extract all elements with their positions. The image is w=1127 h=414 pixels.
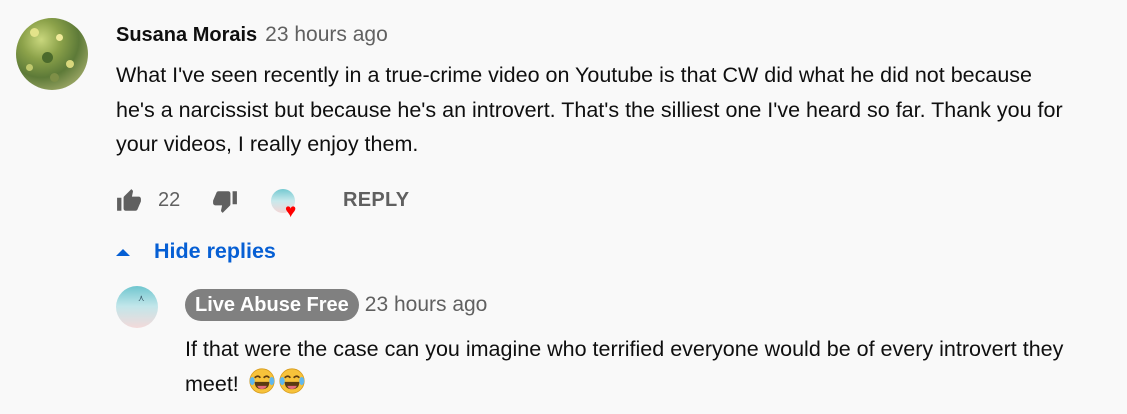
comment-text: What I've seen recently in a true-crime …: [116, 63, 1063, 156]
caret-up-icon: [116, 249, 130, 256]
like-count: 22: [158, 189, 181, 211]
comment-header: Susana Morais 23 hours ago: [116, 22, 388, 48]
avatar[interactable]: [16, 18, 88, 90]
reply-button[interactable]: REPLY: [343, 189, 409, 212]
creator-heart-icon[interactable]: ♥: [271, 186, 307, 222]
comment-thread: Susana Morais 23 hours ago What I've seen…: [0, 0, 1127, 414]
creator-name-chip[interactable]: Live Abuse Free: [185, 289, 359, 321]
reply-header: Live Abuse Free 23 hours ago: [185, 289, 487, 323]
thumbs-down-icon[interactable]: [212, 188, 238, 214]
reply-timestamp[interactable]: 23 hours ago: [365, 293, 488, 317]
face-with-tears-of-joy-icon: [249, 367, 275, 394]
comment-author[interactable]: Susana Morais: [116, 24, 257, 46]
reply-text: If that were the case can you imagine wh…: [185, 337, 1064, 396]
face-with-tears-of-joy-icon: [279, 367, 305, 394]
reply-text-block: If that were the case can you imagine wh…: [185, 332, 1085, 401]
comment-timestamp[interactable]: 23 hours ago: [265, 23, 388, 46]
thumbs-up-icon[interactable]: [116, 188, 142, 214]
bird-icon: ⋏: [138, 293, 145, 303]
hide-replies-label: Hide replies: [154, 239, 276, 263]
reply-avatar[interactable]: ⋏: [116, 286, 158, 328]
heart-icon: ♥: [285, 201, 297, 222]
